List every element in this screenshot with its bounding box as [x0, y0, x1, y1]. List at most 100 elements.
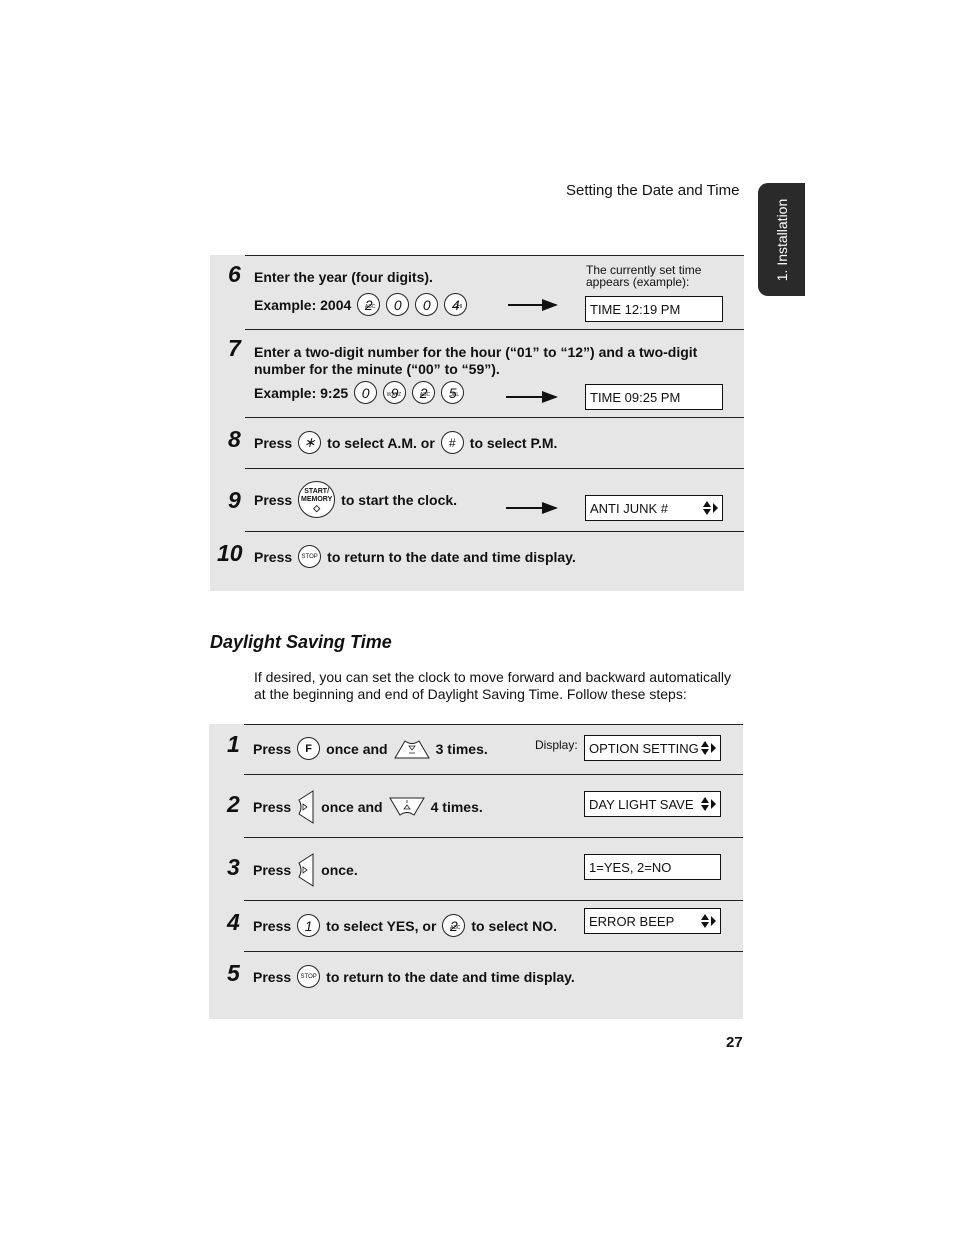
divider	[244, 837, 743, 838]
dst-step-5: 5 Press STOP to return to the date and t…	[209, 951, 743, 1019]
arrow-right-icon	[506, 391, 558, 403]
key-label: START/	[304, 487, 330, 495]
instruction-text: 4 times.	[430, 799, 483, 815]
key-0-button[interactable]: 0	[386, 293, 410, 316]
divider	[244, 951, 743, 952]
lcd-display: 1=YES, 2=NO	[584, 854, 721, 880]
divider	[245, 468, 744, 469]
key-0-button[interactable]: 0	[415, 293, 439, 316]
key-0-button[interactable]: 0	[354, 381, 378, 404]
press-text: Press	[254, 548, 293, 565]
key-sublabel: ABC	[365, 304, 376, 310]
lcd-display: ANTI JUNK #	[585, 495, 723, 521]
hash-key-button[interactable]: #	[440, 431, 464, 454]
instruction-text: 3 times.	[435, 740, 488, 757]
press-text: Press	[253, 968, 292, 985]
display-text: OPTION SETTING	[589, 740, 699, 756]
step-9: 9 Press START/ MEMORY ◇ to start the clo…	[210, 468, 744, 531]
lcd-display: TIME 12:19 PM	[585, 296, 723, 322]
divider	[245, 255, 744, 256]
instruction-text: to return to the date and time display.	[326, 968, 575, 985]
key-label: 0	[361, 384, 370, 401]
divider	[244, 900, 743, 901]
key-5-button[interactable]: 5 JKL	[441, 381, 465, 404]
instruction-text: to return to the date and time display.	[327, 548, 576, 565]
intro-text: If desired, you can set the clock to mov…	[254, 669, 732, 685]
right-arrow-key-button[interactable]	[297, 853, 315, 887]
page-number: 27	[726, 1034, 743, 1051]
key-label: #	[448, 435, 456, 450]
step-number: 5	[227, 960, 240, 986]
up-arrow-key-button[interactable]	[388, 797, 425, 817]
stop-button[interactable]: STOP	[298, 545, 322, 568]
key-label: ∗	[303, 434, 316, 450]
key-label: 0	[422, 296, 431, 313]
key-4-button[interactable]: 4 GHI	[444, 293, 468, 316]
key-2-button[interactable]: 2 ABC	[357, 293, 381, 316]
instruction-text: Enter a two-digit number for the hour (“…	[254, 344, 698, 360]
arrow-right-icon	[506, 502, 558, 514]
key-label: F	[305, 742, 313, 755]
example-label: Example: 9:25	[254, 384, 349, 401]
step-instruction-cont: number for the minute (“00” to “59”).	[254, 361, 500, 377]
down-arrow-key-button[interactable]	[393, 739, 430, 759]
key-9-button[interactable]: 9 WXYZ	[383, 381, 407, 404]
instruction-text: to select P.M.	[469, 434, 558, 451]
step-instruction: Press once.	[253, 853, 358, 887]
dst-step-2: 2 Press once and 4 times. DAY LIGHT SAVE	[209, 774, 743, 837]
instruction-text: once and	[326, 740, 388, 757]
divider	[244, 774, 743, 775]
lcd-display: ERROR BEEP	[584, 908, 721, 934]
step-number: 10	[217, 540, 243, 566]
step-10: 10 Press STOP to return to the date and …	[210, 531, 744, 591]
step-instruction: Enter the year (four digits).	[254, 269, 433, 285]
display-caption: The currently set time appears (example)…	[586, 263, 702, 289]
intro-text: at the beginning and end of Daylight Sav…	[254, 686, 687, 702]
instruction-text: to select NO.	[471, 917, 557, 934]
step-number: 9	[228, 487, 241, 513]
step-number: 3	[227, 854, 240, 880]
step-number: 6	[228, 261, 241, 287]
divider	[245, 531, 744, 532]
clock-steps-panel: 6 Enter the year (four digits). Example:…	[210, 255, 744, 591]
chapter-tab: 1. Installation	[758, 183, 805, 296]
divider	[244, 724, 743, 725]
key-2-button[interactable]: 2 ABC	[442, 914, 466, 937]
display-text: TIME 12:19 PM	[590, 301, 681, 317]
display-text: DAY LIGHT SAVE	[589, 796, 694, 812]
step-number: 7	[228, 335, 241, 361]
step-8: 8 Press ∗ to select A.M. or # to select …	[210, 417, 744, 468]
step-instruction: Press 1 to select YES, or 2 ABC to select…	[253, 914, 557, 937]
start-icon: ◇	[313, 502, 321, 513]
instruction-text: once.	[321, 862, 358, 878]
section-intro: If desired, you can set the clock to mov…	[254, 669, 744, 703]
instruction-text: to select A.M. or	[327, 434, 435, 451]
start-memory-button[interactable]: START/ MEMORY ◇	[298, 481, 336, 518]
step-7: 7 Enter a two-digit number for the hour …	[210, 329, 744, 417]
key-label: 1	[304, 917, 313, 934]
press-text: Press	[253, 740, 292, 757]
display-caption: Display:	[535, 738, 578, 752]
star-key-button[interactable]: ∗	[298, 431, 322, 454]
dst-step-3: 3 Press once. 1=YES, 2=NO	[209, 837, 743, 900]
step-number: 2	[227, 791, 240, 817]
step-number: 8	[228, 426, 241, 452]
key-2-button[interactable]: 2 ABC	[412, 381, 436, 404]
function-key-button[interactable]: F	[297, 737, 321, 760]
stop-button[interactable]: STOP	[297, 965, 321, 988]
key-sublabel: ABC	[450, 925, 461, 931]
press-text: Press	[254, 491, 293, 508]
section-heading: Daylight Saving Time	[210, 632, 392, 652]
key-sublabel: ABC	[419, 392, 431, 398]
example-label: Example: 2004	[254, 296, 352, 313]
dst-step-1: 1 Press F once and 3 times. Display: OPT…	[209, 724, 743, 774]
instruction-text: to select YES, or	[326, 917, 437, 934]
key-1-button[interactable]: 1	[297, 914, 321, 937]
running-title: Setting the Date and Time	[566, 182, 740, 199]
step-number: 1	[227, 731, 240, 757]
press-text: Press	[253, 917, 292, 934]
instruction-text: to start the clock.	[341, 491, 458, 508]
instruction-text: number for the minute (“00” to “59”).	[254, 361, 500, 377]
step-instruction: Press ∗ to select A.M. or # to select P.…	[254, 431, 557, 454]
right-arrow-key-button[interactable]	[297, 790, 315, 824]
